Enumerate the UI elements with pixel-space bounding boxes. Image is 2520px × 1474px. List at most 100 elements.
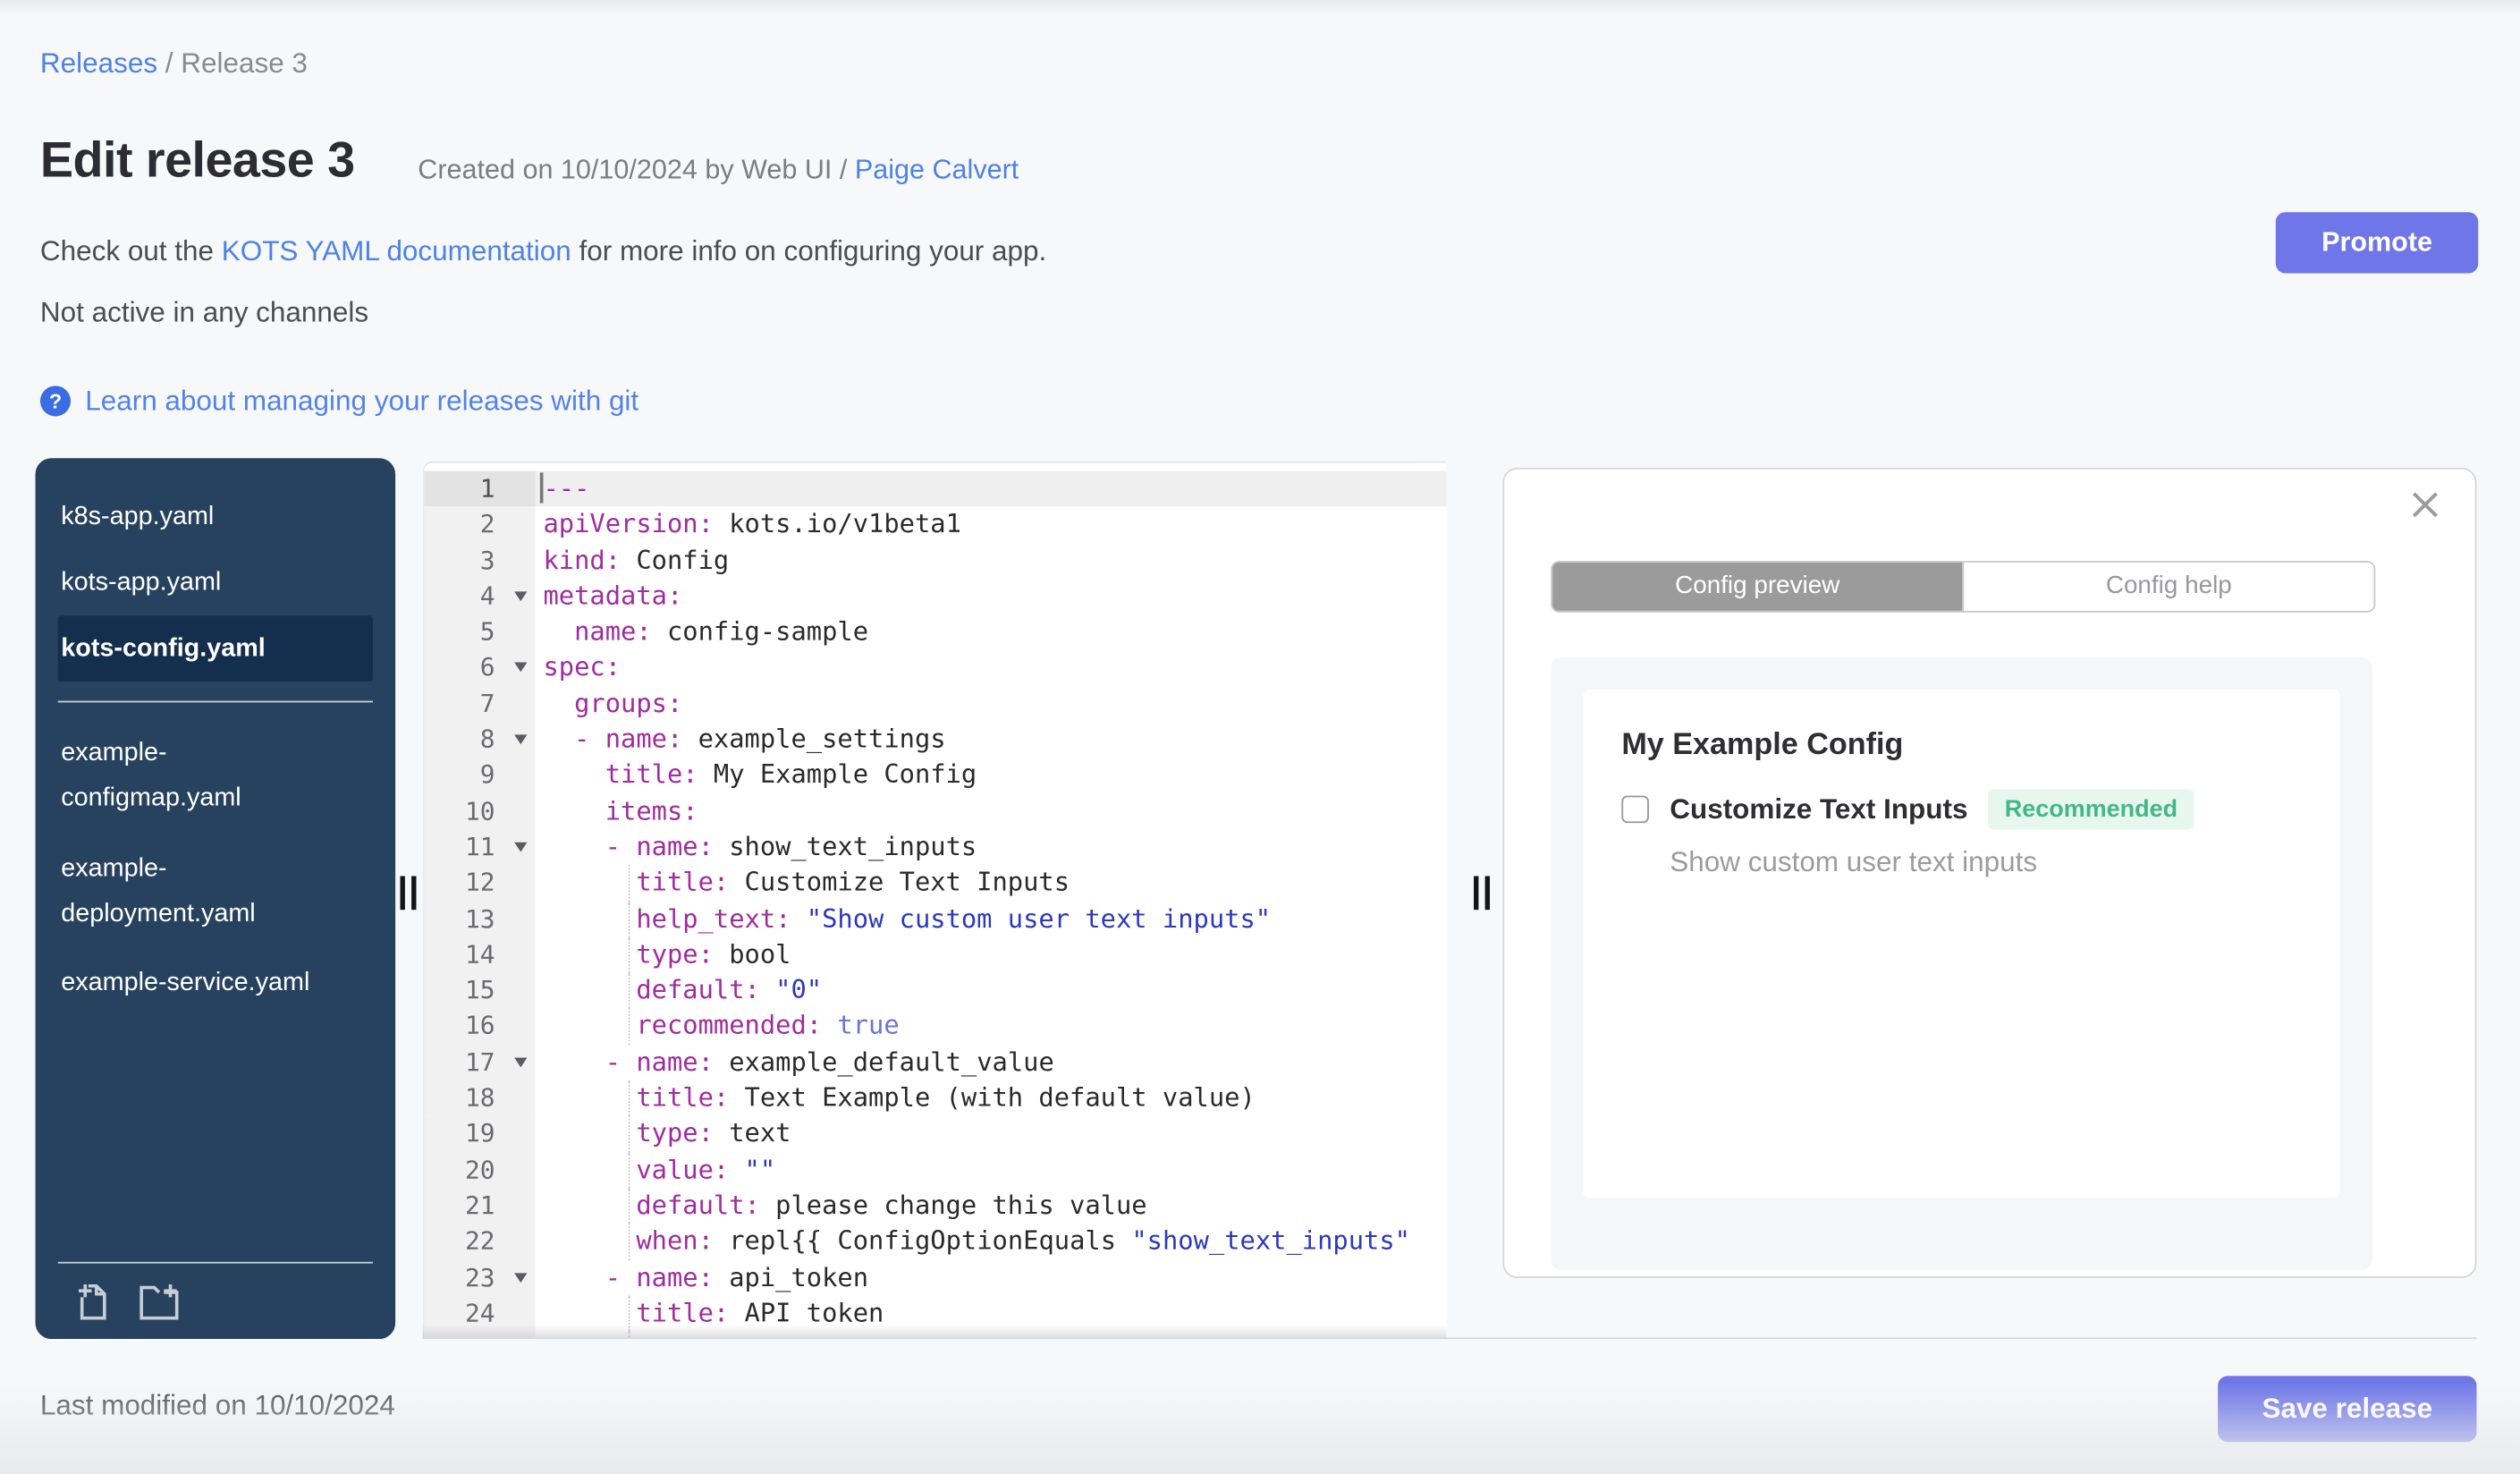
line-number[interactable]: 16 xyxy=(424,1008,536,1045)
splitter-handle-left[interactable] xyxy=(400,876,417,911)
code-text[interactable]: - name: example_default_value xyxy=(535,1045,1446,1080)
created-author-link[interactable]: Paige Calvert xyxy=(855,155,1019,185)
line-number[interactable]: 2 xyxy=(424,506,536,543)
code-text[interactable]: default: "0" xyxy=(535,972,1446,1009)
code-line-23[interactable]: 23 - name: api_token xyxy=(424,1259,1446,1296)
code-line-21[interactable]: 21 default: please change this value xyxy=(424,1188,1446,1224)
code-line-1[interactable]: 1 --- xyxy=(424,470,1447,507)
file-item-k8s-app.yaml[interactable]: k8s-app.yaml xyxy=(58,484,373,550)
line-number[interactable]: 12 xyxy=(424,865,536,902)
code-line-5[interactable]: 5 name: config-sample xyxy=(424,614,1446,650)
code-line-3[interactable]: 3 kind: Config xyxy=(424,542,1446,579)
line-number[interactable]: 5 xyxy=(424,614,536,650)
fold-arrow-icon[interactable] xyxy=(514,1272,528,1283)
code-line-13[interactable]: 13 help_text: "Show custom user text inp… xyxy=(424,901,1446,937)
code-line-17[interactable]: 17 - name: example_default_value xyxy=(424,1044,1446,1080)
code-text[interactable]: kind: Config xyxy=(535,543,1446,579)
code-line-14[interactable]: 14 type: bool xyxy=(424,936,1446,973)
line-number[interactable]: 9 xyxy=(424,758,536,794)
code-line-10[interactable]: 10 items: xyxy=(424,793,1446,830)
code-text[interactable]: type: text xyxy=(535,1115,1446,1152)
line-number[interactable]: 1 xyxy=(424,470,536,507)
code-line-6[interactable]: 6 spec: xyxy=(424,649,1446,687)
git-releases-link[interactable]: Learn about managing your releases with … xyxy=(85,385,638,419)
line-number[interactable]: 17 xyxy=(424,1044,536,1080)
fold-arrow-icon[interactable] xyxy=(514,1057,528,1067)
code-text[interactable]: when: repl{{ ConfigOptionEquals "show_te… xyxy=(535,1224,1446,1260)
line-number[interactable]: 14 xyxy=(424,936,536,973)
tab-config-help[interactable]: Config help xyxy=(1962,563,2374,611)
code-line-12[interactable]: 12 title: Customize Text Inputs xyxy=(424,865,1446,902)
line-number[interactable]: 7 xyxy=(424,686,536,723)
line-number[interactable]: 6 xyxy=(424,649,536,687)
code-line-2[interactable]: 2 apiVersion: kots.io/v1beta1 xyxy=(424,506,1446,543)
code-text[interactable]: help_text: "Show custom user text inputs… xyxy=(535,901,1446,937)
code-line-19[interactable]: 19 type: text xyxy=(424,1115,1446,1152)
code-text[interactable]: groups: xyxy=(535,686,1446,722)
code-text[interactable]: metadata: xyxy=(535,579,1446,614)
code-line-11[interactable]: 11 - name: show_text_inputs xyxy=(424,829,1446,866)
line-number[interactable]: 15 xyxy=(424,972,536,1009)
line-number[interactable]: 22 xyxy=(424,1224,536,1260)
code-line-9[interactable]: 9 title: My Example Config xyxy=(424,758,1446,794)
code-text[interactable]: items: xyxy=(535,793,1446,829)
code-text[interactable]: spec: xyxy=(535,650,1446,686)
code-text[interactable]: - name: example_settings xyxy=(535,722,1446,758)
line-number[interactable]: 10 xyxy=(424,793,536,830)
line-number[interactable]: 8 xyxy=(424,722,536,758)
splitter-handle-right[interactable] xyxy=(1474,876,1490,911)
code-line-20[interactable]: 20 value: "" xyxy=(424,1151,1446,1189)
line-number[interactable]: 11 xyxy=(424,829,536,866)
line-number[interactable]: 19 xyxy=(424,1115,536,1152)
code-text[interactable]: apiVersion: kots.io/v1beta1 xyxy=(535,507,1446,543)
question-icon[interactable]: ? xyxy=(39,385,72,417)
checkbox-label[interactable]: Customize Text Inputs xyxy=(1670,792,1967,826)
code-line-22[interactable]: 22 when: repl{{ ConfigOptionEquals "show… xyxy=(424,1224,1446,1260)
new-folder-icon[interactable] xyxy=(137,1281,182,1323)
fold-arrow-icon[interactable] xyxy=(514,663,528,673)
tab-config-preview[interactable]: Config preview xyxy=(1552,563,1963,611)
customize-text-inputs-checkbox[interactable] xyxy=(1621,795,1649,824)
code-line-8[interactable]: 8 - name: example_settings xyxy=(424,722,1446,758)
code-line-18[interactable]: 18 title: Text Example (with default val… xyxy=(424,1080,1446,1116)
doc-line-prefix: Check out the xyxy=(39,234,222,267)
line-number[interactable]: 13 xyxy=(424,901,536,937)
code-text[interactable]: - name: show_text_inputs xyxy=(535,829,1446,865)
file-item-example-service.yaml[interactable]: example-service.yaml xyxy=(58,950,373,1016)
line-number[interactable]: 18 xyxy=(424,1080,536,1116)
code-line-15[interactable]: 15 default: "0" xyxy=(424,972,1446,1009)
fold-arrow-icon[interactable] xyxy=(514,734,528,745)
kots-yaml-doc-link[interactable]: KOTS YAML documentation xyxy=(222,234,571,267)
code-text[interactable]: title: Text Example (with default value) xyxy=(535,1080,1446,1116)
fold-arrow-icon[interactable] xyxy=(514,842,528,852)
close-icon[interactable] xyxy=(2407,487,2443,523)
fold-arrow-icon[interactable] xyxy=(514,591,528,601)
code-line-16[interactable]: 16 recommended: true xyxy=(424,1008,1446,1045)
yaml-editor[interactable]: 1 --- 2 apiVersion: kots.io/v1beta1 3 kind: C… xyxy=(422,461,1447,1340)
file-item-label: configmap.yaml xyxy=(61,784,241,812)
promote-button[interactable]: Promote xyxy=(2275,212,2479,274)
new-file-icon[interactable] xyxy=(74,1281,116,1323)
line-number[interactable]: 23 xyxy=(424,1259,536,1296)
code-line-7[interactable]: 7 groups: xyxy=(424,686,1446,723)
code-line-4[interactable]: 4 metadata: xyxy=(424,578,1446,614)
file-item-example-configmap.yaml[interactable]: example-configmap.yaml xyxy=(58,718,373,834)
code-text[interactable]: title: Customize Text Inputs xyxy=(535,865,1446,902)
code-text[interactable]: name: config-sample xyxy=(535,614,1446,650)
line-number[interactable]: 3 xyxy=(424,542,536,579)
line-number[interactable]: 20 xyxy=(424,1151,536,1189)
line-number[interactable]: 4 xyxy=(424,578,536,614)
code-text[interactable]: value: "" xyxy=(535,1151,1446,1189)
code-text[interactable]: default: please change this value xyxy=(535,1188,1446,1224)
code-text[interactable]: - name: api_token xyxy=(535,1259,1446,1295)
code-text[interactable]: title: My Example Config xyxy=(535,758,1446,793)
file-item-kots-app.yaml[interactable]: kots-app.yaml xyxy=(58,550,373,616)
file-item-kots-config.yaml[interactable]: kots-config.yaml xyxy=(57,615,373,682)
code-text[interactable]: --- xyxy=(535,470,1447,507)
code-token: - name: xyxy=(605,1260,714,1292)
code-text[interactable]: recommended: true xyxy=(535,1008,1446,1045)
file-item-example-deployment.yaml[interactable]: example-deployment.yaml xyxy=(58,834,373,950)
breadcrumb-releases-link[interactable]: Releases xyxy=(40,47,157,79)
line-number[interactable]: 21 xyxy=(424,1188,536,1224)
code-text[interactable]: type: bool xyxy=(535,936,1446,973)
